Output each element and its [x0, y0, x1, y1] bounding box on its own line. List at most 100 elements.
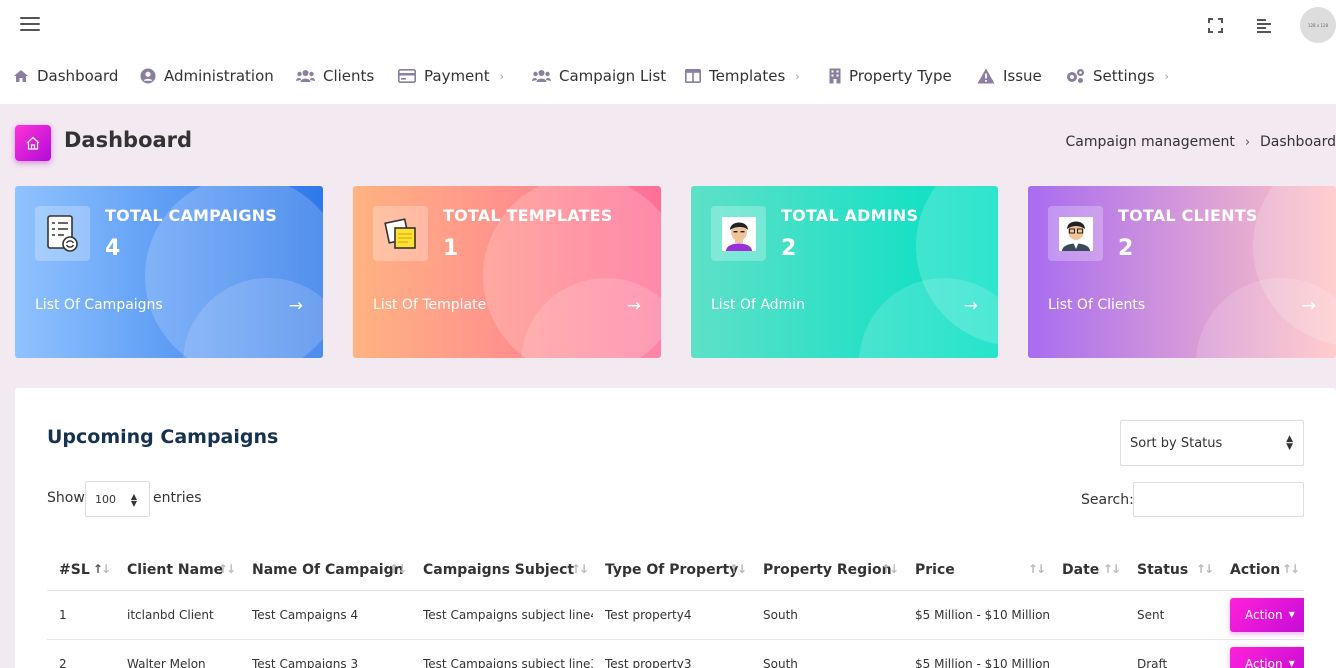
nav-item-dashboard[interactable]: Dashboard: [13, 52, 118, 100]
sort-icon: ↑↓: [1027, 562, 1046, 576]
nav-label: Issue: [1003, 67, 1042, 85]
upcoming-campaigns-panel: Upcoming Campaigns Sort by Status ▲ ▼ Sho…: [15, 388, 1336, 668]
sort-icon: ↑↓: [217, 562, 236, 576]
column-header-campaign-subject[interactable]: Campaigns Subject ↑↓: [411, 550, 593, 591]
column-header-property-type[interactable]: Type Of Property ↑↓: [593, 550, 751, 591]
card-link[interactable]: List Of Campaigns: [35, 297, 163, 313]
top-bar: 128 x 128: [0, 0, 1336, 52]
caret-down-icon: ▼: [1288, 659, 1295, 668]
nav-item-administration[interactable]: Administration: [140, 52, 274, 100]
sort-icon: ↑↓: [388, 562, 407, 576]
card-link[interactable]: List Of Clients: [1048, 297, 1145, 313]
sort-icon: ↑↓: [92, 562, 111, 576]
nav-item-campaign-list[interactable]: Campaign List: [532, 52, 666, 100]
arrow-right-icon[interactable]: →: [964, 296, 978, 316]
nav-label: Payment: [424, 67, 490, 85]
show-label: Show: [47, 490, 85, 506]
card-title: TOTAL CAMPAIGNS: [105, 206, 278, 225]
hamburger-menu-icon[interactable]: [20, 17, 40, 33]
nav-label: Campaign List: [559, 67, 667, 85]
checklist-icon: [35, 206, 90, 261]
table-row: 1 itclanbd Client Test Campaigns 4 Test …: [47, 590, 1304, 640]
column-header-action[interactable]: Action ↑↓: [1218, 550, 1304, 591]
card-count: 1: [443, 236, 459, 261]
sort-select-value: Sort by Status: [1130, 435, 1223, 451]
gears-icon: [1065, 68, 1085, 84]
cell-sl: 2: [47, 639, 115, 668]
nav-item-templates[interactable]: Templates ›: [685, 52, 800, 100]
cell-campaign-name: Test Campaigns 3: [240, 639, 411, 668]
nav-item-clients[interactable]: Clients: [296, 52, 374, 100]
cell-campaign-subject: Test Campaigns subject line4: [411, 590, 593, 640]
cell-campaign-name: Test Campaigns 4: [240, 590, 411, 640]
table-header-row: #SL ↑↓ Client Name ↑↓ Name Of Campaign ↑↓ C…: [47, 550, 1304, 591]
sort-icon: ↑↓: [728, 562, 747, 576]
column-header-campaign-name[interactable]: Name Of Campaign ↑↓: [240, 550, 411, 591]
cell-action: Action ▼: [1218, 590, 1304, 640]
card-link[interactable]: List Of Template: [373, 297, 486, 313]
breadcrumb-item: Dashboard: [1260, 134, 1336, 150]
column-header-status[interactable]: Status ↑↓: [1125, 550, 1218, 591]
cell-client-name: Walter Melon: [115, 639, 240, 668]
cell-price: $5 Million - $10 Million: [903, 590, 1050, 640]
entries-per-page-select[interactable]: 100 ▲ ▼: [85, 481, 150, 517]
stat-card-templates: TOTAL TEMPLATES 1 List Of Template →: [353, 186, 661, 358]
column-header-client-name[interactable]: Client Name ↑↓: [115, 550, 240, 591]
cell-status: Sent: [1125, 590, 1218, 640]
card-title: TOTAL TEMPLATES: [443, 206, 613, 225]
users-icon: [296, 68, 315, 84]
chevron-right-icon: ›: [795, 69, 800, 83]
sort-icon: ↑↓: [570, 562, 589, 576]
breadcrumb-item[interactable]: Campaign management: [1065, 134, 1234, 150]
arrow-right-icon[interactable]: →: [627, 296, 641, 316]
cell-client-name: itclanbd Client: [115, 590, 240, 640]
home-icon: [15, 125, 51, 161]
column-header-price[interactable]: Price ↑↓: [903, 550, 1050, 591]
warning-icon: [977, 68, 995, 84]
cell-sl: 1: [47, 590, 115, 640]
column-header-sl[interactable]: #SL ↑↓: [47, 550, 115, 591]
stat-card-admins: TOTAL ADMINS 2 List Of Admin →: [691, 186, 998, 358]
campaigns-table: #SL ↑↓ Client Name ↑↓ Name Of Campaign ↑↓ C…: [47, 550, 1304, 668]
align-left-icon[interactable]: [1257, 19, 1271, 33]
home-icon: [13, 68, 29, 84]
action-dropdown-button[interactable]: Action ▼: [1230, 597, 1304, 632]
building-icon: [829, 68, 841, 84]
client-avatar-icon: [1048, 206, 1103, 261]
nav-label: Templates: [709, 67, 786, 85]
card-count: 4: [105, 236, 121, 261]
nav-label: Clients: [323, 67, 375, 85]
entries-select-value: 100: [95, 492, 116, 506]
avatar[interactable]: 128 x 128: [1300, 7, 1336, 43]
search-input[interactable]: [1133, 482, 1304, 517]
stat-card-clients: TOTAL CLIENTS 2 List Of Clients →: [1028, 186, 1336, 358]
users-icon: [532, 68, 551, 84]
sort-by-status-select[interactable]: Sort by Status ▲ ▼: [1120, 420, 1304, 466]
user-circle-icon: [140, 68, 156, 84]
credit-card-icon: [398, 68, 416, 84]
column-header-date[interactable]: Date ↑↓: [1050, 550, 1125, 591]
card-link[interactable]: List Of Admin: [711, 297, 805, 313]
nav-label: Settings: [1093, 67, 1155, 85]
search-label: Search:: [1081, 492, 1134, 508]
fullscreen-icon[interactable]: [1208, 18, 1223, 33]
cell-property-region: South: [751, 639, 903, 668]
column-header-property-region[interactable]: Property Region ↑↓: [751, 550, 903, 591]
nav-item-payment[interactable]: Payment ›: [398, 52, 504, 100]
card-count: 2: [781, 236, 797, 261]
cell-status: Draft: [1125, 639, 1218, 668]
action-dropdown-button[interactable]: Action ▼: [1230, 646, 1304, 668]
sticky-note-icon: [373, 206, 428, 261]
nav-item-settings[interactable]: Settings ›: [1065, 52, 1169, 100]
stat-card-campaigns: TOTAL CAMPAIGNS 4 List Of Campaigns →: [15, 186, 323, 358]
sort-icon: ↑↓: [1281, 562, 1300, 576]
admin-avatar-icon: [711, 206, 766, 261]
card-count: 2: [1118, 236, 1134, 261]
arrow-right-icon[interactable]: →: [1302, 296, 1316, 316]
sort-icon: ↑↓: [1102, 562, 1121, 576]
nav-item-property-type[interactable]: Property Type: [829, 52, 952, 100]
nav-item-issue[interactable]: Issue: [977, 52, 1042, 100]
cell-property-type: Test property4: [593, 590, 751, 640]
arrow-right-icon[interactable]: →: [289, 296, 303, 316]
breadcrumb: Campaign management › Dashboard: [1065, 134, 1336, 150]
